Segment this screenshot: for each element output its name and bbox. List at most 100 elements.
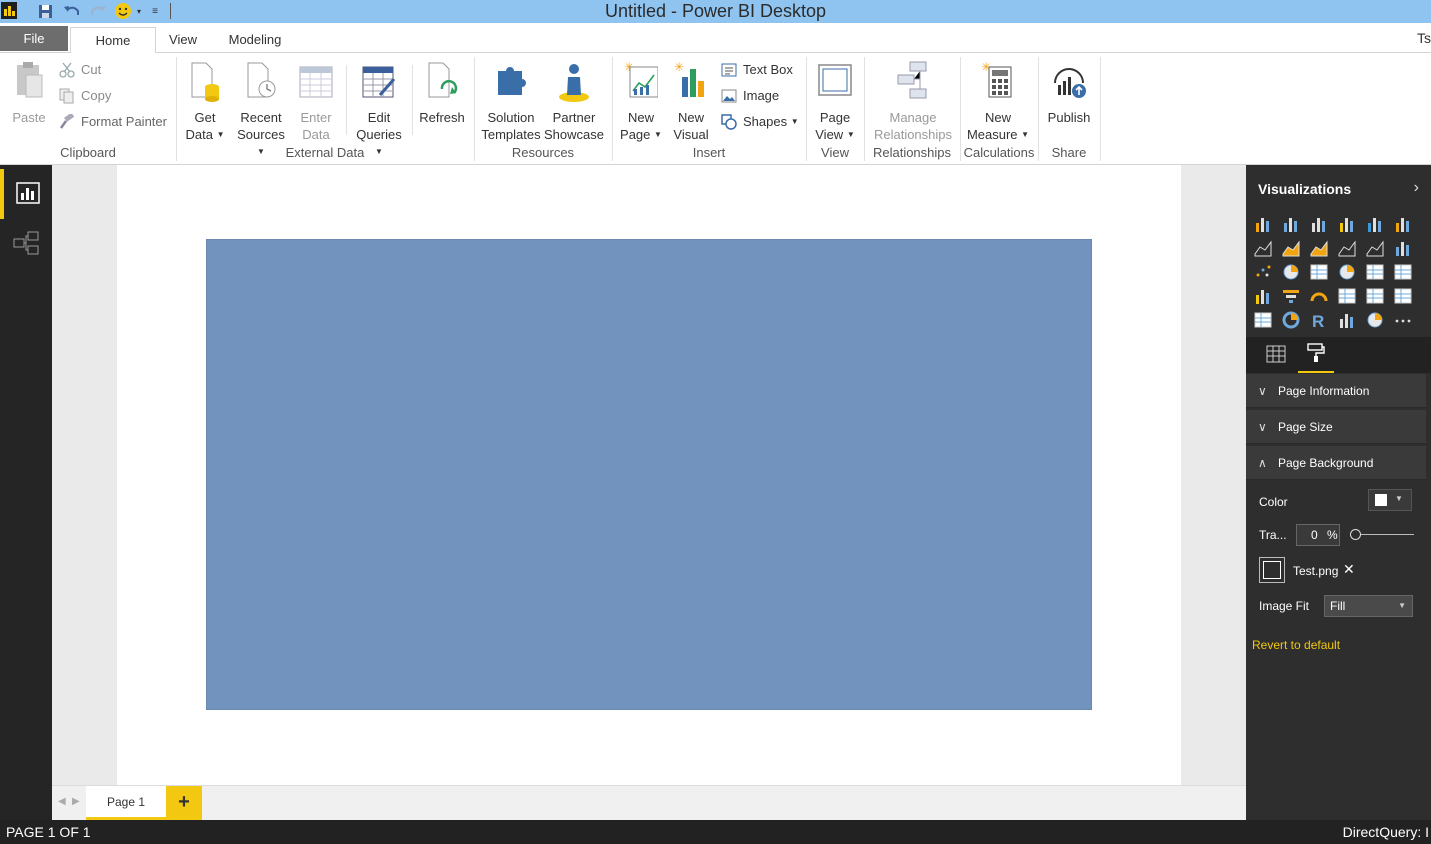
ribbon-chart-icon[interactable] bbox=[1394, 239, 1412, 257]
scatter-chart-icon[interactable] bbox=[1254, 263, 1272, 281]
collapse-pane-chevron-icon[interactable]: › bbox=[1414, 179, 1419, 197]
fields-tab[interactable] bbox=[1258, 337, 1294, 373]
partner-showcase-button[interactable]: Partner Showcase bbox=[544, 61, 604, 143]
shape-map-icon[interactable] bbox=[1338, 311, 1356, 329]
color-picker[interactable]: ▼ bbox=[1368, 489, 1412, 511]
page-background-section[interactable]: ∧ Page Background bbox=[1246, 446, 1426, 480]
get-data-button[interactable]: Get Data ▼ bbox=[184, 61, 226, 143]
page-view-button[interactable]: Page View ▼ bbox=[812, 61, 858, 143]
relationships-view-icon bbox=[13, 231, 39, 258]
format-painter-button[interactable]: Format Painter bbox=[59, 112, 167, 132]
r-visual-icon[interactable]: R bbox=[1310, 311, 1328, 331]
new-measure-label-2: Measure bbox=[966, 127, 1018, 142]
globe-map-icon[interactable] bbox=[1366, 311, 1384, 329]
stacked-area-chart-icon[interactable] bbox=[1310, 239, 1328, 257]
cut-label: Cut bbox=[81, 62, 102, 77]
more-visuals-icon[interactable] bbox=[1394, 311, 1412, 329]
page-tab-page-1[interactable]: Page 1 bbox=[86, 786, 166, 820]
line-and-column-chart-icon[interactable] bbox=[1338, 239, 1356, 257]
transparency-input[interactable]: 0 % bbox=[1296, 524, 1340, 546]
matrix-icon[interactable] bbox=[1394, 263, 1412, 281]
paste-button[interactable]: Paste bbox=[8, 61, 50, 126]
100-stacked-bar-chart-icon[interactable] bbox=[1366, 215, 1384, 233]
paste-icon bbox=[12, 61, 46, 105]
image-button[interactable]: Image bbox=[721, 86, 779, 106]
relationships-view-button[interactable] bbox=[0, 219, 52, 269]
donut-chart-icon[interactable] bbox=[1282, 311, 1300, 329]
multi-row-card-icon[interactable] bbox=[1338, 287, 1356, 305]
paintbrush-icon bbox=[59, 112, 75, 130]
page-view-label-2: View bbox=[815, 127, 844, 142]
100-stacked-column-chart-icon[interactable] bbox=[1394, 215, 1412, 233]
filled-map-icon[interactable] bbox=[1254, 287, 1272, 305]
manage-relationships-button[interactable]: Manage Relationships bbox=[870, 61, 956, 143]
copy-button[interactable]: Copy bbox=[59, 86, 111, 106]
line-and-clustered-column-chart-icon[interactable] bbox=[1366, 239, 1384, 257]
stacked-column-chart-icon[interactable] bbox=[1282, 215, 1300, 233]
page-information-section[interactable]: ∨ Page Information bbox=[1246, 374, 1426, 408]
report-page[interactable] bbox=[117, 165, 1181, 785]
line-chart-icon[interactable] bbox=[1254, 239, 1272, 257]
page-tabs-bar: ◀ ▶ Page 1 + bbox=[52, 785, 1246, 820]
format-tab[interactable] bbox=[1298, 337, 1334, 373]
image-thumbnail[interactable] bbox=[1259, 557, 1285, 583]
recent-sources-label-2: Sources bbox=[237, 127, 285, 142]
svg-text:✳: ✳ bbox=[674, 61, 684, 74]
calculator-icon: ✳ bbox=[981, 60, 1015, 105]
tab-view[interactable]: View bbox=[162, 27, 204, 54]
tab-modeling[interactable]: Modeling bbox=[220, 27, 290, 54]
slicer-icon[interactable] bbox=[1254, 311, 1272, 329]
ribbon: Paste Cut Copy Format Painter Clipboard … bbox=[0, 53, 1431, 165]
refresh-button[interactable]: Refresh bbox=[418, 61, 466, 126]
funnel-icon[interactable] bbox=[1282, 287, 1300, 305]
solution-templates-label-2: Templates bbox=[481, 127, 541, 142]
paint-roller-icon bbox=[1306, 342, 1326, 366]
image-fit-label: Image Fit bbox=[1259, 599, 1310, 613]
area-chart-icon[interactable] bbox=[1282, 239, 1300, 257]
kpi-icon[interactable] bbox=[1394, 287, 1412, 305]
user-initials[interactable]: Ts bbox=[1417, 30, 1431, 46]
scroll-pages-left-icon[interactable]: ◀ bbox=[58, 796, 66, 807]
image-fit-select[interactable]: Fill ▼ bbox=[1324, 595, 1413, 617]
tab-home[interactable]: Home bbox=[70, 27, 156, 54]
tab-file[interactable]: File bbox=[0, 26, 68, 51]
new-measure-label-1: New bbox=[984, 110, 1011, 125]
gauge-icon[interactable] bbox=[1310, 287, 1328, 305]
collapse-chevron-icon: ∧ bbox=[1258, 456, 1267, 470]
stacked-bar-chart-icon[interactable] bbox=[1254, 215, 1272, 233]
cut-button[interactable]: Cut bbox=[59, 60, 101, 80]
image-filename: Test.png bbox=[1293, 564, 1339, 578]
text-box-button[interactable]: Text Box bbox=[721, 60, 793, 80]
partner-person-icon bbox=[557, 61, 591, 105]
scroll-pages-right-icon[interactable]: ▶ bbox=[72, 796, 80, 807]
card-icon[interactable] bbox=[1366, 287, 1384, 305]
new-page-button[interactable]: ✳ New Page ▼ bbox=[618, 60, 664, 143]
publish-button[interactable]: Publish bbox=[1044, 61, 1094, 126]
new-page-label-2: Page bbox=[620, 127, 651, 142]
new-visual-button[interactable]: ✳ New Visual bbox=[670, 60, 712, 143]
remove-image-close-icon[interactable]: ✕ bbox=[1343, 561, 1355, 578]
manage-relationships-label-2: Relationships bbox=[873, 127, 953, 142]
solution-templates-button[interactable]: Solution Templates bbox=[480, 61, 542, 143]
clustered-column-chart-icon[interactable] bbox=[1338, 215, 1356, 233]
add-page-button[interactable]: + bbox=[166, 786, 202, 820]
enter-data-button[interactable]: Enter Data bbox=[296, 61, 336, 143]
map-icon[interactable] bbox=[1338, 263, 1356, 281]
clustered-bar-chart-icon[interactable] bbox=[1310, 215, 1328, 233]
shapes-button[interactable]: Shapes ▼ bbox=[721, 112, 799, 132]
page-size-section[interactable]: ∨ Page Size bbox=[1246, 410, 1426, 444]
get-data-label-1: Get bbox=[194, 110, 216, 125]
new-measure-button[interactable]: ✳ New Measure ▼ bbox=[966, 60, 1030, 143]
new-measure-dropdown-icon: ▼ bbox=[1021, 130, 1030, 139]
treemap-icon[interactable] bbox=[1310, 263, 1328, 281]
report-view-button[interactable] bbox=[0, 169, 52, 219]
transparency-unit: % bbox=[1327, 528, 1338, 542]
transparency-slider-thumb[interactable] bbox=[1350, 529, 1361, 540]
paste-label: Paste bbox=[12, 110, 46, 125]
visualizations-pane: Visualizations › R ∨ Page Information ∨ … bbox=[1246, 165, 1431, 820]
pie-chart-icon[interactable] bbox=[1282, 263, 1300, 281]
transparency-slider-track[interactable] bbox=[1356, 534, 1414, 535]
table-icon[interactable] bbox=[1366, 263, 1384, 281]
revert-to-default-link[interactable]: Revert to default bbox=[1252, 638, 1340, 652]
window-title: Untitled - Power BI Desktop bbox=[604, 1, 827, 21]
